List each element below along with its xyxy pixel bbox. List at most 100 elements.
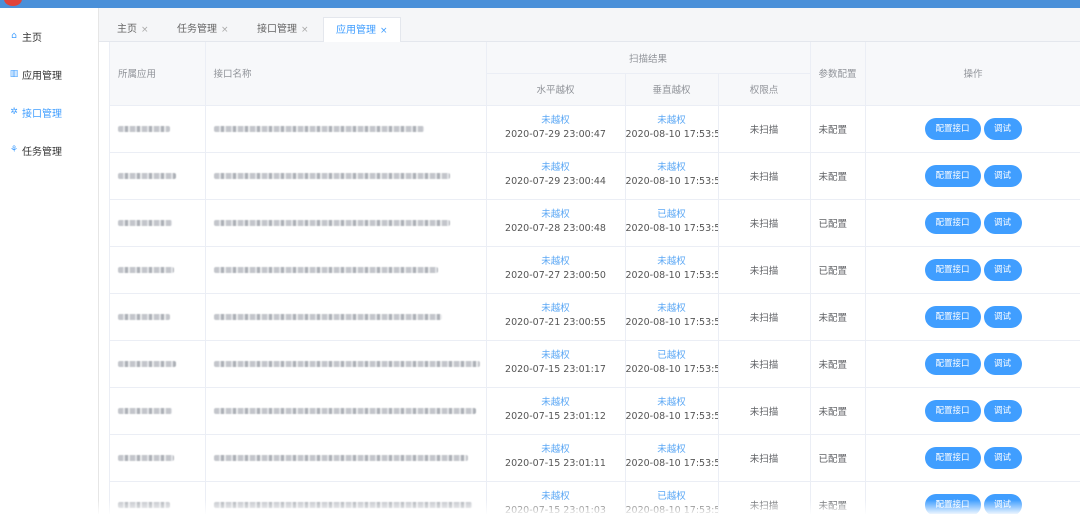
sidebar-item-home[interactable]: ⌂ 主页 xyxy=(9,26,42,46)
tab-api-management[interactable]: 接口管理 × xyxy=(257,17,309,42)
cell-horizontal: 未越权 2020-07-15 23:01:12 xyxy=(486,387,626,435)
vertical-status[interactable]: 未越权 xyxy=(626,161,718,174)
close-icon[interactable]: × xyxy=(221,25,229,35)
cell-horizontal: 未越权 2020-07-27 23:00:50 xyxy=(486,246,626,294)
cell-privilege: 未扫描 xyxy=(718,387,811,435)
horizontal-status[interactable]: 未越权 xyxy=(487,208,625,221)
cell-api-name xyxy=(205,105,487,153)
sidebar-item-app-management[interactable]: ▥ 应用管理 xyxy=(9,64,62,84)
cell-app xyxy=(110,152,206,200)
api-table: 所属应用 接口名称 扫描结果 参数配置 操作 水平越权 垂直越权 权限点 未越权… xyxy=(110,42,1080,514)
vertical-status[interactable]: 未越权 xyxy=(626,443,718,456)
cell-privilege: 未扫描 xyxy=(718,434,811,482)
task-icon: ⚘ xyxy=(9,145,19,155)
config-api-button[interactable]: 配置接口 xyxy=(924,211,981,234)
cell-horizontal: 未越权 2020-07-29 23:00:47 xyxy=(486,105,626,153)
horizontal-time: 2020-07-28 23:00:48 xyxy=(505,223,606,234)
cell-actions: 配置接口 调试 xyxy=(865,387,1080,435)
config-api-button[interactable]: 配置接口 xyxy=(924,117,981,140)
tab-home[interactable]: 主页 × xyxy=(117,17,149,42)
sidebar-item-task-management[interactable]: ⚘ 任务管理 xyxy=(9,140,62,160)
config-api-button[interactable]: 配置接口 xyxy=(924,164,981,187)
table-row: 未越权 2020-07-21 23:00:55 未越权 2020-08-10 17:5… xyxy=(110,293,1080,341)
redacted-api-name xyxy=(213,313,442,320)
cell-vertical: 未越权 2020-08-10 17:53:5 xyxy=(625,246,719,294)
tab-label: 任务管理 xyxy=(177,24,217,35)
cell-privilege: 未扫描 xyxy=(718,340,811,388)
horizontal-status[interactable]: 未越权 xyxy=(487,255,625,268)
horizontal-status[interactable]: 未越权 xyxy=(487,443,625,456)
vertical-status[interactable]: 未越权 xyxy=(626,255,718,268)
close-icon[interactable]: × xyxy=(380,26,388,36)
config-api-button[interactable]: 配置接口 xyxy=(924,446,981,469)
debug-button[interactable]: 调试 xyxy=(983,352,1022,375)
cell-privilege: 未扫描 xyxy=(718,199,811,247)
close-icon[interactable]: × xyxy=(301,25,309,35)
horizontal-status[interactable]: 未越权 xyxy=(487,396,625,409)
cell-vertical: 未越权 2020-08-10 17:53:5 xyxy=(625,105,719,153)
header-app: 所属应用 xyxy=(110,42,206,106)
horizontal-status[interactable]: 未越权 xyxy=(487,114,625,127)
cell-actions: 配置接口 调试 xyxy=(865,246,1080,294)
redacted-app-name xyxy=(118,219,172,226)
debug-button[interactable]: 调试 xyxy=(983,399,1022,422)
cell-param-config: 已配置 xyxy=(810,246,866,294)
header-vertical: 垂直越权 xyxy=(625,73,719,106)
vertical-status[interactable]: 已越权 xyxy=(626,490,718,503)
cell-param-config: 未配置 xyxy=(810,340,866,388)
config-api-button[interactable]: 配置接口 xyxy=(924,399,981,422)
horizontal-time: 2020-07-15 23:01:11 xyxy=(505,458,606,469)
vertical-time: 2020-08-10 17:53:5 xyxy=(625,364,718,375)
cell-vertical: 已越权 2020-08-10 17:53:5 xyxy=(625,481,719,514)
horizontal-status[interactable]: 未越权 xyxy=(487,490,625,503)
debug-button[interactable]: 调试 xyxy=(983,211,1022,234)
horizontal-status[interactable]: 未越权 xyxy=(487,349,625,362)
cell-app xyxy=(110,246,206,294)
config-api-button[interactable]: 配置接口 xyxy=(924,352,981,375)
cell-api-name xyxy=(205,387,487,435)
vertical-time: 2020-08-10 17:53:5 xyxy=(625,505,718,514)
tab-label: 主页 xyxy=(117,24,137,35)
sidebar-item-api-management[interactable]: ✲ 接口管理 xyxy=(9,102,62,122)
redacted-app-name xyxy=(118,454,174,461)
table-row: 未越权 2020-07-29 23:00:47 未越权 2020-08-10 17:5… xyxy=(110,105,1080,153)
cell-actions: 配置接口 调试 xyxy=(865,340,1080,388)
redacted-api-name xyxy=(213,125,424,132)
tab-app-management[interactable]: 应用管理 × xyxy=(323,17,401,43)
cell-api-name xyxy=(205,340,487,388)
cell-app xyxy=(110,434,206,482)
redacted-api-name xyxy=(213,454,468,461)
cell-horizontal: 未越权 2020-07-15 23:01:03 xyxy=(486,481,626,514)
cell-vertical: 未越权 2020-08-10 17:53:5 xyxy=(625,387,719,435)
horizontal-status[interactable]: 未越权 xyxy=(487,302,625,315)
horizontal-status[interactable]: 未越权 xyxy=(487,161,625,174)
redacted-app-name xyxy=(118,407,172,414)
config-api-button[interactable]: 配置接口 xyxy=(924,493,981,514)
vertical-status[interactable]: 未越权 xyxy=(626,302,718,315)
horizontal-time: 2020-07-21 23:00:55 xyxy=(505,317,606,328)
debug-button[interactable]: 调试 xyxy=(983,493,1022,514)
debug-button[interactable]: 调试 xyxy=(983,117,1022,140)
header-api-name: 接口名称 xyxy=(205,42,487,106)
vertical-status[interactable]: 未越权 xyxy=(626,396,718,409)
debug-button[interactable]: 调试 xyxy=(983,305,1022,328)
tab-task-management[interactable]: 任务管理 × xyxy=(177,17,229,42)
table-row: 未越权 2020-07-15 23:01:11 未越权 2020-08-10 17:5… xyxy=(110,434,1080,482)
close-icon[interactable]: × xyxy=(141,25,149,35)
table-body: 未越权 2020-07-29 23:00:47 未越权 2020-08-10 17:5… xyxy=(110,105,1080,514)
cell-horizontal: 未越权 2020-07-21 23:00:55 xyxy=(486,293,626,341)
cell-horizontal: 未越权 2020-07-29 23:00:44 xyxy=(486,152,626,200)
config-api-button[interactable]: 配置接口 xyxy=(924,258,981,281)
vertical-status[interactable]: 已越权 xyxy=(626,208,718,221)
vertical-time: 2020-08-10 17:53:5 xyxy=(625,270,718,281)
vertical-status[interactable]: 未越权 xyxy=(626,114,718,127)
debug-button[interactable]: 调试 xyxy=(983,258,1022,281)
cell-vertical: 未越权 2020-08-10 17:53:5 xyxy=(625,293,719,341)
tabs-bar: 主页 × 任务管理 × 接口管理 × 应用管理 × xyxy=(99,8,1080,43)
cell-vertical: 已越权 2020-08-10 17:53:5 xyxy=(625,199,719,247)
vertical-status[interactable]: 已越权 xyxy=(626,349,718,362)
config-api-button[interactable]: 配置接口 xyxy=(924,305,981,328)
debug-button[interactable]: 调试 xyxy=(983,164,1022,187)
cell-app xyxy=(110,293,206,341)
debug-button[interactable]: 调试 xyxy=(983,446,1022,469)
